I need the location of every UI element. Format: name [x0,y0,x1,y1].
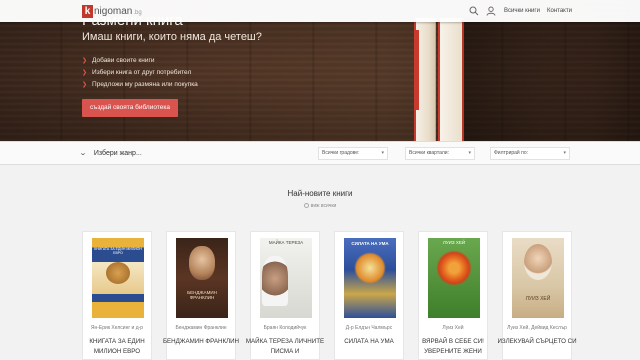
hero-feature-item: ❯ Предложи му размяна или покупка [82,79,198,91]
book-cover: ЛУИЗ ХЕЙ [428,238,480,318]
site-logo[interactable]: k nigoman .bg [82,5,142,18]
cover-art [189,246,215,280]
caret-down-icon: ▾ [468,150,471,156]
hero-book-stripe [414,30,419,110]
genre-dropdown[interactable]: ⌄ Избери жанр... [78,149,142,158]
user-icon[interactable] [486,6,496,16]
chevron-right-icon: ❯ [82,82,88,88]
filter-bar: ⌄ Избери жанр... Всички градове: ▾ Всичк… [0,141,640,165]
cover-note [289,258,309,278]
city-select-label: Всички градове: [322,150,360,156]
cover-art [436,250,472,286]
nav-contacts[interactable]: Контакти [547,8,572,14]
chevron-right-icon: ❯ [82,58,88,64]
chevron-right-icon: ❯ [82,70,88,76]
cover-art [262,256,288,306]
hero-feature-label: Предложи му размяна или покупка [92,81,198,88]
book-author: Луиз Хей [442,325,464,331]
cover-art [106,262,130,284]
book-title[interactable]: БЕНДЖАМИН ФРАНКЛИН [161,337,241,347]
book-author: Бенджамин Франклин [175,325,227,331]
book-title[interactable]: МАЙКА ТЕРЕЗА ЛИЧНИТЕ ПИСМА И [245,337,325,357]
book-title[interactable]: СИЛАТА НА УМА [329,337,409,347]
book-cover: ЛУИЗ ХЕЙ [512,238,564,318]
genre-label: Избери жанр... [93,149,142,157]
city-select[interactable]: Всички градове: ▾ [318,147,388,160]
cover-title: СИЛАТА НА УМА [351,241,389,246]
cover-title: ЛУИЗ ХЕЙ [525,296,551,302]
hero-feature-item: ❯ Добави своите книги [82,55,198,67]
caret-down-icon: ▾ [381,150,384,156]
logo-name: nigoman [94,6,133,17]
book-title[interactable]: КНИГАТА ЗА ЕДИН МИЛИОН ЕВРО [77,337,157,357]
cover-art [524,244,552,280]
nav-all-books[interactable]: Всички книги [504,8,540,14]
cover-title: БЕНДЖАМИН ФРАНКЛИН [187,290,217,300]
caret-down-icon: ▾ [563,150,566,156]
section-title: Най-новите книги [287,189,353,198]
book-title[interactable]: ВЯРВАЙ В СЕБЕ СИ! УВЕРЕНИТЕ ЖЕНИ [413,337,493,357]
hero-feature-item: ❯ Избери книга от друг потребител [82,67,198,79]
logo-mark: k [82,5,93,18]
book-author: Браян Колодийчук [263,325,307,331]
hero-feature-label: Избери книга от друг потребител [92,69,192,76]
top-navbar: k nigoman .bg Всички книги Контакти [0,0,640,22]
filter-by-select[interactable]: Филтрирай по: ▾ [490,147,570,160]
quarter-select-label: Всички квартали: [409,150,449,156]
cover-art [354,252,386,284]
hero-feature-label: Добави своите книги [92,57,155,64]
cover-title: МАЙКА ТЕРЕЗА [268,240,304,245]
book-title[interactable]: ИЗЛЕКУВАЙ СЪРЦЕТО СИ [497,337,577,347]
search-icon[interactable] [469,6,479,16]
book-cover: СИЛАТА НА УМА [344,238,396,318]
book-cover: БЕНДЖАМИН ФРАНКЛИН [176,238,228,318]
cover-title: КНИГАТА ЗА ЕДИН МИЛИОН ЕВРО [94,247,142,255]
book-cover: МАЙКА ТЕРЕЗА [260,238,312,318]
hero-book-pages [440,18,462,141]
filter-by-label: Филтрирай по: [494,150,528,156]
create-library-button[interactable]: създай своята библиотека [82,99,178,117]
view-all-label: виж всички [310,203,337,209]
view-all-link[interactable]: виж всички [0,203,640,209]
book-author: Ян-Ерик Хелсинг и д-р [90,325,144,331]
hero-feature-list: ❯ Добави своите книги ❯ Избери книга от др… [82,55,198,91]
book-cover: КНИГАТА ЗА ЕДИН МИЛИОН ЕВРО [92,238,144,318]
hero-book-shadow [464,18,594,141]
circle-icon [303,203,309,209]
book-author: Луиз Хей, Дейвид Кеслър [507,325,567,331]
chevron-down-icon: ⌄ [78,150,88,157]
logo-tld: .bg [133,10,142,16]
hero-subtitle: Имаш книги, които няма да четеш? [82,31,262,43]
book-author: Д-р Елдън Чалмърс [345,325,393,331]
cover-title: ЛУИЗ ХЕЙ [442,240,466,245]
quarter-select[interactable]: Всички квартали: ▾ [405,147,475,160]
